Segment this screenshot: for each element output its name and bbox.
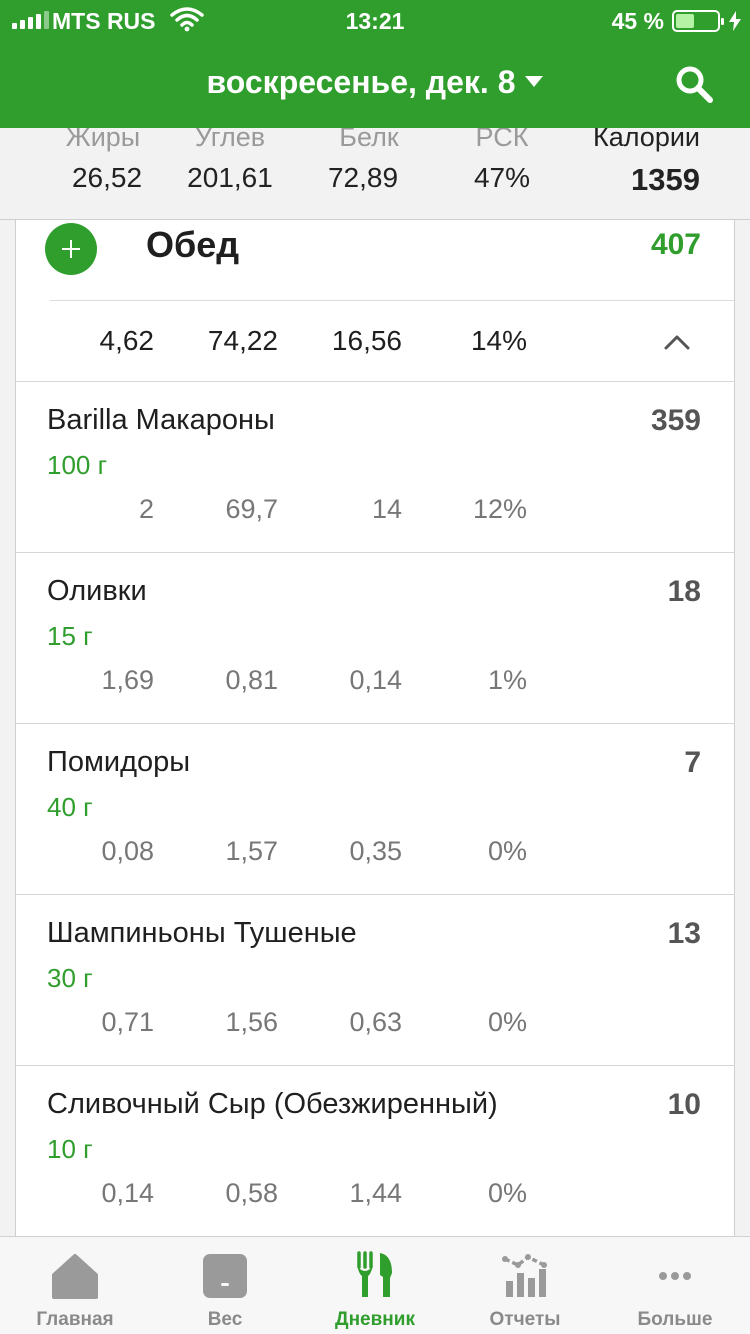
calories-label: Калории (593, 128, 700, 152)
charging-bolt-icon (729, 11, 741, 31)
meal-title: Обед (146, 224, 240, 265)
tab-home[interactable]: Главная (0, 1237, 150, 1334)
food-calories: 359 (650, 404, 701, 437)
protein-total: 72,89 (327, 162, 399, 193)
rsk-total: 47% (473, 162, 531, 193)
food-name: Сливочный Сыр (Обезжиренный) (47, 1088, 498, 1120)
tab-label: Главная (36, 1309, 114, 1330)
item-carbs: 1,56 (225, 1007, 278, 1037)
daily-summary: Жиры Углев Белк РСК Калории 26,52 201,61… (0, 128, 750, 220)
food-item-row[interactable]: Barilla Макароны 100 г 359 2 69,7 14 12% (16, 382, 734, 553)
item-rsk: 0% (487, 1007, 527, 1037)
battery-percent: 45 % (611, 8, 664, 34)
calories-total: 1359 (631, 162, 700, 197)
food-item-row[interactable]: Шампиньоны Тушеные 30 г 13 0,71 1,56 0,63 0% (16, 895, 734, 1066)
tab-label: Дневник (335, 1309, 415, 1330)
tab-label: Отчеты (489, 1309, 561, 1330)
more-icon (659, 1272, 691, 1280)
add-food-button[interactable] (45, 223, 97, 275)
item-carbs: 0,58 (225, 1178, 278, 1208)
item-rsk: 0% (487, 1178, 527, 1208)
reports-icon (502, 1254, 547, 1297)
food-quantity: 30 г (47, 963, 93, 993)
meal-rsk: 14% (470, 325, 527, 356)
food-quantity: 40 г (47, 792, 93, 822)
item-carbs: 0,81 (225, 665, 278, 695)
fat-label: Жиры (65, 128, 141, 152)
food-item-row[interactable]: Оливки 15 г 18 1,69 0,81 0,14 1% (16, 553, 734, 724)
rsk-label: РСК (475, 128, 529, 152)
item-protein: 14 (371, 494, 402, 524)
caret-down-icon (525, 76, 544, 88)
meal-macros-row[interactable]: 4,62 74,22 16,56 14% (16, 301, 734, 381)
tab-label: Больше (637, 1309, 713, 1330)
date-selector[interactable]: воскресенье, дек. 8 (0, 64, 750, 101)
home-icon (52, 1254, 98, 1299)
meal-protein: 16,56 (331, 325, 402, 356)
meal-fat: 4,62 (99, 325, 155, 356)
scale-icon (203, 1254, 247, 1298)
item-fat: 0,14 (101, 1178, 154, 1208)
food-calories: 7 (684, 746, 701, 779)
fat-total: 26,52 (71, 162, 143, 193)
meal-calories: 407 (650, 228, 701, 261)
meal-carbs: 74,22 (207, 325, 278, 356)
food-calories: 10 (667, 1088, 701, 1121)
status-bar: MTS RUS 13:21 45 % (0, 0, 750, 42)
food-quantity: 15 г (47, 621, 93, 651)
item-rsk: 0% (487, 836, 527, 866)
item-carbs: 69,7 (225, 494, 278, 524)
item-rsk: 1% (487, 665, 527, 695)
food-name: Barilla Макароны (47, 404, 275, 436)
tab-weight[interactable]: Вес (150, 1237, 300, 1334)
tab-label: Вес (207, 1309, 243, 1330)
tab-reports[interactable]: Отчеты (450, 1237, 600, 1334)
food-calories: 18 (667, 575, 701, 608)
search-icon[interactable] (674, 64, 714, 104)
item-fat: 0,08 (101, 836, 154, 866)
item-fat: 1,69 (101, 665, 154, 695)
food-name: Оливки (47, 575, 147, 607)
fork-knife-icon (357, 1251, 392, 1297)
food-name: Шампиньоны Тушеные (47, 917, 357, 949)
item-protein: 0,35 (349, 836, 402, 866)
item-rsk: 12% (472, 494, 527, 524)
tab-diary[interactable]: Дневник (300, 1237, 450, 1334)
item-fat: 2 (138, 494, 154, 524)
carbs-label: Углев (194, 128, 266, 152)
protein-label: Белк (339, 128, 399, 152)
food-item-row[interactable]: Помидоры 40 г 7 0,08 1,57 0,35 0% (16, 724, 734, 895)
item-fat: 0,71 (101, 1007, 154, 1037)
item-protein: 1,44 (349, 1178, 402, 1208)
meal-card: Обед 407 4,62 74,22 16,56 14% Barilla Ма… (15, 220, 735, 1236)
tab-more[interactable]: Больше (600, 1237, 750, 1334)
top-bar: MTS RUS 13:21 45 % воскресенье, дек. 8 (0, 0, 750, 128)
food-calories: 13 (667, 917, 701, 950)
food-quantity: 100 г (47, 450, 108, 480)
carbs-total: 201,61 (187, 162, 273, 193)
tab-bar: Главная Вес Дневник Отчеты Больше (0, 1236, 750, 1334)
food-name: Помидоры (47, 746, 191, 778)
chevron-up-icon[interactable] (664, 334, 690, 350)
food-quantity: 10 г (47, 1134, 93, 1164)
food-item-row[interactable]: Сливочный Сыр (Обезжиренный) 10 г 10 0,14 0,… (16, 1066, 734, 1236)
meal-header[interactable]: Обед 407 (16, 220, 734, 300)
item-carbs: 1,57 (225, 836, 278, 866)
battery-icon (672, 10, 724, 32)
date-label: воскресенье, дек. 8 (206, 64, 516, 100)
item-protein: 0,14 (349, 665, 402, 695)
item-protein: 0,63 (349, 1007, 402, 1037)
